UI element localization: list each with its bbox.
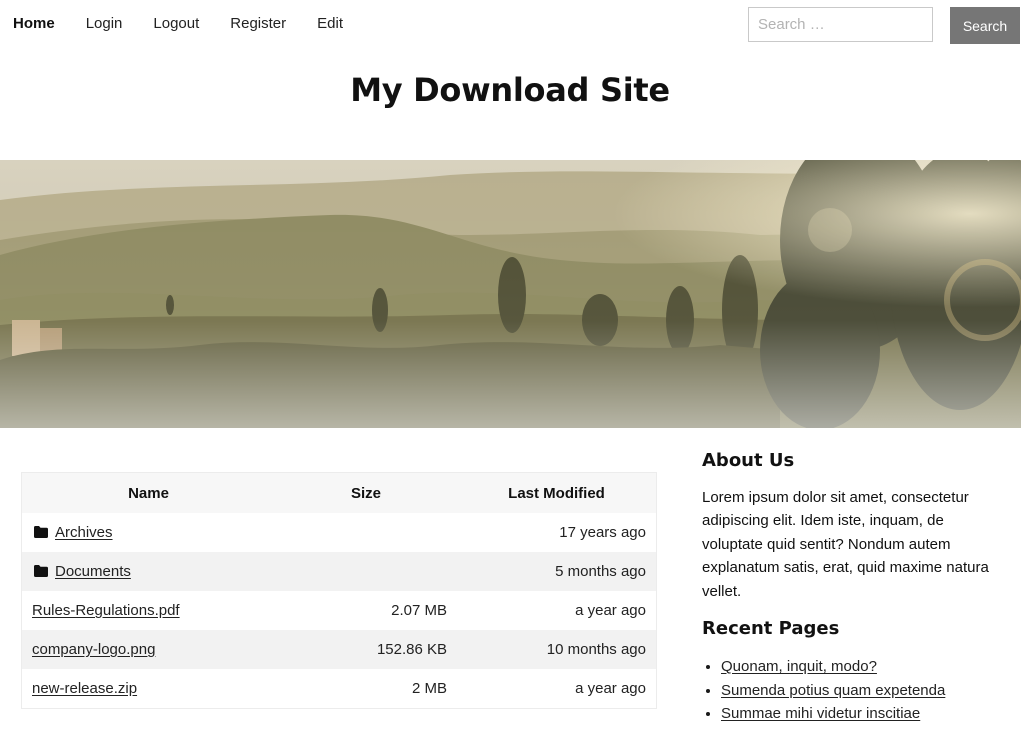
list-item: Sumenda potius quam expetenda xyxy=(721,679,945,703)
file-size-cell: 2.07 MB xyxy=(391,602,447,619)
list-item: Quonam, inquit, modo? xyxy=(721,655,945,679)
folder-link[interactable]: Archives xyxy=(55,524,113,541)
column-header-size[interactable]: Size xyxy=(275,472,457,513)
file-table: Name Size Last Modified Archives 17 year… xyxy=(21,472,657,709)
main-menu: Home Login Logout Register Edit xyxy=(13,15,374,33)
table-row: Archives 17 years ago xyxy=(22,513,657,552)
file-link[interactable]: company-logo.png xyxy=(32,641,155,658)
nav-register-link[interactable]: Register xyxy=(230,15,286,33)
recent-pages-heading: Recent Pages xyxy=(702,618,840,639)
about-us-heading: About Us xyxy=(702,450,795,471)
file-name-cell: company-logo.png xyxy=(21,630,275,669)
last-modified-cell: a year ago xyxy=(575,680,646,697)
recent-pages-list: Quonam, inquit, modo? Sumenda potius qua… xyxy=(702,655,945,726)
site-title: My Download Site xyxy=(350,71,670,109)
folder-icon xyxy=(34,525,48,542)
table-row: Documents 5 months ago xyxy=(21,552,657,591)
last-modified-cell: a year ago xyxy=(575,602,646,619)
nav-edit-link[interactable]: Edit xyxy=(317,15,343,33)
column-header-name[interactable]: Name xyxy=(21,472,275,513)
last-modified-cell: 5 months ago xyxy=(457,552,657,591)
table-row: Rules-Regulations.pdf 2.07 MB a year ago xyxy=(22,591,657,630)
recent-page-link[interactable]: Sumenda potius quam expetenda xyxy=(721,682,945,699)
search-button[interactable]: Search xyxy=(950,7,1020,44)
folder-icon xyxy=(34,564,48,581)
nav-home-link[interactable]: Home xyxy=(13,15,55,33)
recent-page-link[interactable]: Quonam, inquit, modo? xyxy=(721,658,877,675)
column-header-last-modified[interactable]: Last Modified xyxy=(457,472,657,513)
header-landscape-image xyxy=(0,160,1021,428)
nav-logout-link[interactable]: Logout xyxy=(153,15,199,33)
file-link[interactable]: Rules-Regulations.pdf xyxy=(32,602,180,619)
last-modified-cell: 10 months ago xyxy=(457,630,657,669)
file-link[interactable]: new-release.zip xyxy=(32,680,137,697)
list-item: Summae mihi videtur inscitiae xyxy=(721,702,945,726)
file-name-cell: Rules-Regulations.pdf xyxy=(22,591,276,630)
last-modified-cell: 17 years ago xyxy=(559,524,646,541)
file-size-cell xyxy=(275,552,457,591)
table-row: new-release.zip 2 MB a year ago xyxy=(22,669,657,709)
table-header-row: Name Size Last Modified xyxy=(21,472,657,513)
nav-login-link[interactable]: Login xyxy=(86,15,123,33)
top-navigation: Home Login Logout Register Edit Search xyxy=(0,0,1024,50)
file-name-cell: Archives xyxy=(22,513,276,552)
about-us-text: Lorem ipsum dolor sit amet, consectetur … xyxy=(702,489,989,600)
file-size-cell xyxy=(275,513,457,552)
search-input[interactable] xyxy=(748,7,933,42)
recent-page-link[interactable]: Summae mihi videtur inscitiae xyxy=(721,705,920,722)
file-name-cell: new-release.zip xyxy=(22,669,276,709)
file-size-cell: 2 MB xyxy=(411,680,447,697)
folder-link[interactable]: Documents xyxy=(55,563,131,580)
file-size-cell: 152.86 KB xyxy=(275,630,457,669)
table-row: company-logo.png 152.86 KB 10 months ago xyxy=(21,630,657,669)
file-name-cell: Documents xyxy=(21,552,275,591)
